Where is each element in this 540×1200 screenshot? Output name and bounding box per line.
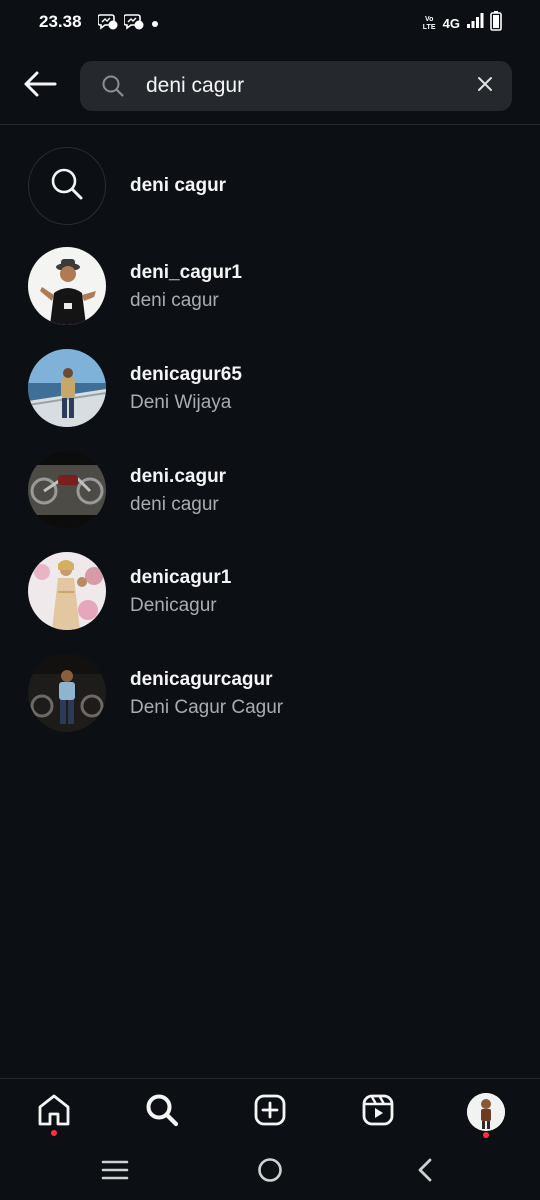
- back-button[interactable]: [20, 68, 60, 104]
- result-username: denicagur65: [130, 364, 242, 385]
- home-circle-icon: [257, 1157, 283, 1188]
- query-suggestion-icon-circle: [28, 147, 106, 225]
- search-icon: [50, 167, 84, 206]
- avatar: [28, 247, 106, 325]
- messenger-notification-icon: [123, 13, 144, 36]
- create-icon: [253, 1093, 287, 1132]
- reels-icon: [361, 1093, 395, 1132]
- avatar: [28, 451, 106, 529]
- status-bar: 23.38 Vo LTE 4G: [0, 0, 540, 46]
- recents-icon: [101, 1159, 129, 1186]
- back-chevron-icon: [415, 1157, 435, 1188]
- query-suggestion-text: deni cagur: [130, 175, 227, 196]
- dot-icon: [150, 16, 160, 34]
- result-username: denicagurcagur: [130, 669, 273, 690]
- avatar: [28, 654, 106, 732]
- nav-profile[interactable]: [466, 1092, 506, 1138]
- result-username: denicagur1: [130, 567, 232, 588]
- nav-create[interactable]: [250, 1092, 290, 1132]
- result-username: deni.cagur: [130, 466, 227, 487]
- messenger-notification-icon: [97, 13, 118, 36]
- status-right-icons: Vo LTE 4G: [422, 11, 502, 36]
- result-username: deni_cagur1: [130, 262, 242, 283]
- clear-search-button[interactable]: [474, 75, 496, 97]
- avatar: [28, 349, 106, 427]
- instagram-search-screen: 23.38 Vo LTE 4G deni cagur deni cagur de…: [0, 0, 540, 1200]
- volte-icon: Vo LTE: [422, 15, 436, 31]
- notification-dot: [483, 1132, 489, 1138]
- result-full-name: Denicagur: [130, 595, 217, 616]
- arrow-left-icon: [23, 71, 57, 102]
- search-box[interactable]: [80, 61, 512, 111]
- result-full-name: Deni Cagur Cagur: [130, 697, 284, 718]
- bottom-nav: [0, 1078, 540, 1145]
- user-result-row[interactable]: denicagur1 Denicagur: [0, 552, 540, 632]
- network-type: 4G: [442, 16, 460, 31]
- user-result-row[interactable]: denicagur65 Deni Wijaya: [0, 349, 540, 429]
- profile-avatar: [467, 1093, 505, 1131]
- nav-home[interactable]: [34, 1092, 74, 1136]
- user-result-row[interactable]: deni_cagur1 deni cagur: [0, 247, 540, 327]
- back-system-button[interactable]: [409, 1156, 441, 1188]
- close-icon: [477, 76, 493, 97]
- system-nav-bar: [0, 1144, 540, 1200]
- result-full-name: deni cagur: [130, 290, 219, 311]
- search-input[interactable]: [146, 73, 446, 99]
- signal-icon: [466, 13, 484, 34]
- search-header: [0, 46, 540, 125]
- avatar: [28, 552, 106, 630]
- home-system-button[interactable]: [254, 1156, 286, 1188]
- status-time: 23.38: [39, 12, 82, 31]
- result-full-name: deni cagur: [130, 494, 219, 515]
- user-result-row[interactable]: denicagurcagur Deni Cagur Cagur: [0, 654, 540, 734]
- search-icon: [145, 1093, 179, 1132]
- user-result-row[interactable]: deni.cagur deni cagur: [0, 451, 540, 531]
- search-icon: [102, 75, 124, 102]
- nav-search[interactable]: [142, 1092, 182, 1132]
- notification-icons: [97, 13, 160, 36]
- nav-reels[interactable]: [358, 1092, 398, 1132]
- recents-button[interactable]: [99, 1156, 131, 1188]
- result-full-name: Deni Wijaya: [130, 392, 232, 413]
- notification-dot: [51, 1130, 57, 1136]
- battery-icon: [490, 11, 502, 36]
- query-suggestion-row[interactable]: deni cagur: [0, 147, 540, 225]
- home-icon: [36, 1092, 72, 1133]
